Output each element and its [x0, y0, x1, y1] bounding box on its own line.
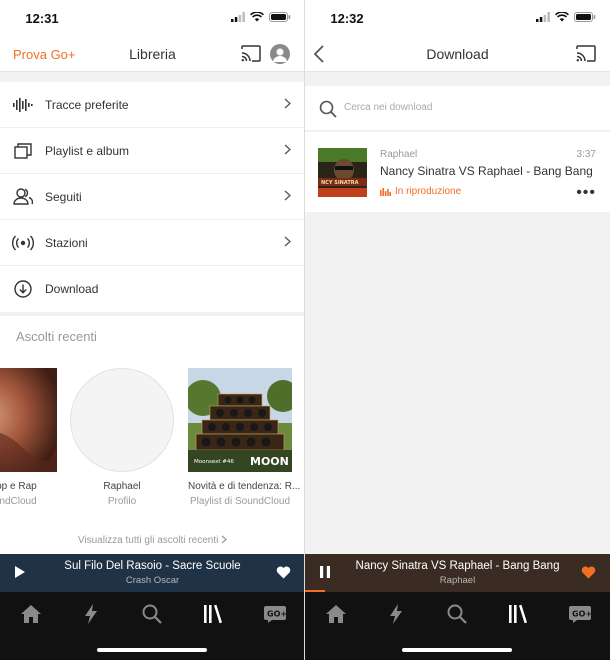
- card-title: Novità e di tendenza: R...: [188, 481, 301, 492]
- card-artwork: Moonsext #46 MOON: [185, 368, 299, 472]
- menu-item-label: Stazioni: [45, 235, 88, 250]
- view-all-label: Visualizza tutti gli ascolti recenti: [77, 535, 219, 546]
- library-screen: 12:31 Prova Go+ Libreria Tracce preferit…: [0, 0, 305, 660]
- track-title: Nancy Sinatra VS Raphael - Bang Bang: [380, 164, 593, 178]
- home-icon[interactable]: [18, 602, 44, 626]
- menu-item-label: Tracce preferite: [45, 97, 129, 112]
- chevron-right-icon: [284, 98, 291, 109]
- now-playing-indicator: In riproduzione: [380, 186, 461, 197]
- card-subtitle: Profilo: [107, 496, 137, 507]
- tab-bar: GO+: [0, 592, 305, 660]
- heart-icon[interactable]: [581, 566, 596, 579]
- now-playing-label: In riproduzione: [395, 186, 462, 197]
- download-icon: [0, 280, 45, 298]
- go-plus-icon[interactable]: GO+: [262, 602, 288, 626]
- status-icons: [231, 12, 291, 22]
- player-track-title: Sul Filo Del Rasoio - Sacre Scuole: [64, 560, 241, 572]
- recent-card-novita[interactable]: Moonsext #46 MOON Novità e di tendenza: …: [185, 368, 300, 507]
- card-subtitle: ...SoundCloud: [0, 496, 37, 507]
- home-indicator: [402, 648, 512, 652]
- heart-icon[interactable]: [276, 566, 291, 579]
- cast-icon[interactable]: [576, 45, 596, 67]
- chevron-right-icon: [284, 144, 291, 155]
- menu-item-seguiti[interactable]: Seguiti: [0, 174, 305, 220]
- radio-icon: [0, 235, 45, 251]
- search-placeholder: Cerca nei download: [344, 102, 433, 113]
- battery-icon: [269, 12, 291, 22]
- card-title: ...p-hop e Rap: [0, 481, 37, 492]
- status-icons: [536, 12, 596, 22]
- wifi-icon: [250, 12, 264, 22]
- nav-bar: Prova Go+ Libreria: [0, 36, 305, 72]
- users-icon: [0, 188, 45, 205]
- status-time: 12:31: [25, 11, 59, 26]
- wifi-icon: [555, 12, 569, 22]
- nav-bar: Download: [305, 36, 610, 72]
- waveform-icon: [0, 97, 45, 113]
- menu-item-download[interactable]: Download: [0, 266, 305, 312]
- card-subtitle: Playlist di SoundCloud: [189, 496, 291, 507]
- svg-text:NCY SINATRA: NCY SINATRA: [321, 180, 359, 186]
- track-artwork: NCY SINATRA: [318, 148, 367, 197]
- view-all-recent-link[interactable]: Visualizza tutti gli ascolti recenti: [0, 535, 305, 546]
- stack-icon: [0, 142, 45, 159]
- equalizer-icon: [380, 188, 391, 196]
- player-track-title: Nancy Sinatra VS Raphael - Bang Bang: [355, 560, 560, 572]
- lightning-icon[interactable]: [78, 602, 104, 626]
- card-artwork: [0, 368, 57, 472]
- profile-placeholder: [70, 368, 174, 472]
- battery-icon: [574, 12, 596, 22]
- download-search[interactable]: Cerca nei download: [305, 86, 610, 131]
- page-title: Download: [426, 46, 489, 62]
- panel-divider: [304, 0, 305, 660]
- chevron-right-icon: [284, 236, 291, 247]
- chevron-right-icon: [221, 535, 228, 544]
- home-icon[interactable]: [323, 602, 349, 626]
- menu-item-label: Seguiti: [45, 189, 82, 204]
- search-icon[interactable]: [444, 602, 470, 626]
- signal-icon: [536, 12, 550, 22]
- home-indicator: [97, 648, 207, 652]
- svg-text:GO+: GO+: [572, 610, 592, 619]
- download-screen: 12:32 Download Cerca nei download NCY SI…: [305, 0, 610, 660]
- recent-card-raphael[interactable]: Raphael Profilo: [70, 368, 174, 507]
- player-track-artist: Crash Oscar: [125, 575, 180, 586]
- search-icon[interactable]: [139, 602, 165, 626]
- track-artist: Raphael: [380, 149, 418, 160]
- menu-item-tracce-preferite[interactable]: Tracce preferite: [0, 82, 305, 128]
- track-duration: 3:37: [576, 149, 596, 160]
- svg-text:MOON: MOON: [250, 455, 289, 468]
- recent-plays-section: Ascolti recenti ...p-hop e Rap ...SoundC…: [0, 316, 305, 554]
- svg-text:Moonsext #46: Moonsext #46: [194, 459, 234, 465]
- player-track-artist: Raphael: [439, 575, 476, 586]
- status-bar: 12:32: [305, 0, 610, 36]
- search-icon: [319, 100, 337, 118]
- library-menu: Tracce preferite Playlist e album Seguit…: [0, 82, 305, 312]
- go-plus-icon[interactable]: GO+: [567, 602, 593, 626]
- track-row[interactable]: NCY SINATRA Raphael 3:37 Nancy Sinatra V…: [305, 132, 610, 212]
- mini-player[interactable]: Nancy Sinatra VS Raphael - Bang Bang Rap…: [305, 554, 610, 592]
- status-bar: 12:31: [0, 0, 305, 36]
- recent-card-hiphop[interactable]: ...p-hop e Rap ...SoundCloud: [0, 368, 57, 507]
- signal-icon: [231, 12, 245, 22]
- mini-player[interactable]: Sul Filo Del Rasoio - Sacre Scuole Crash…: [0, 554, 305, 592]
- lightning-icon[interactable]: [383, 602, 409, 626]
- menu-item-label: Playlist e album: [45, 143, 130, 158]
- tab-bar: GO+: [305, 592, 610, 660]
- cast-icon[interactable]: [241, 45, 261, 67]
- avatar[interactable]: [270, 44, 290, 64]
- more-options-icon[interactable]: •••: [576, 184, 596, 202]
- status-time: 12:32: [330, 11, 364, 26]
- chevron-right-icon: [284, 190, 291, 201]
- svg-text:GO+: GO+: [267, 610, 287, 619]
- library-icon[interactable]: [505, 602, 531, 626]
- card-title: Raphael: [103, 481, 141, 492]
- menu-item-stazioni[interactable]: Stazioni: [0, 220, 305, 266]
- menu-item-playlist-album[interactable]: Playlist e album: [0, 128, 305, 174]
- library-icon[interactable]: [200, 602, 226, 626]
- recent-plays-heading: Ascolti recenti: [16, 329, 97, 344]
- menu-item-label: Download: [45, 282, 99, 296]
